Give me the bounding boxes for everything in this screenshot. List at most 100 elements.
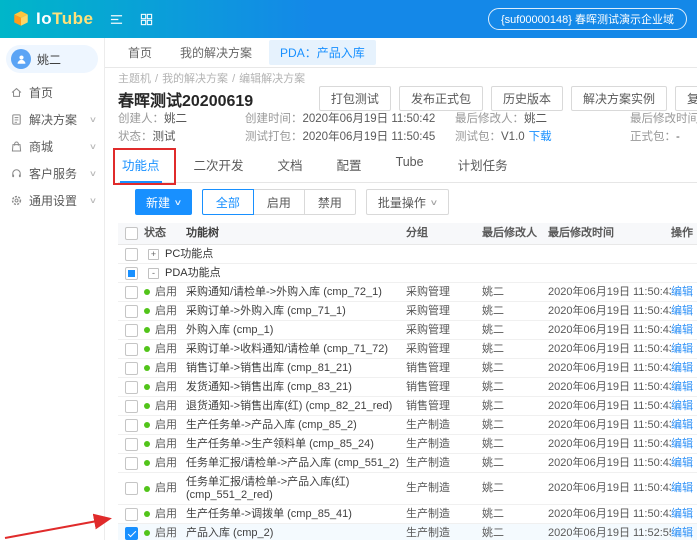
table-row[interactable]: 启用 采购订单->外购入库 (cmp_71_1) 采购管理 姚二 2020年06月19日… (118, 302, 697, 321)
collapse-menu-icon[interactable] (109, 13, 124, 26)
row-checkbox[interactable] (124, 266, 138, 280)
header-action-button[interactable]: 复制 (674, 86, 697, 111)
row-checkbox[interactable] (124, 399, 138, 413)
sidebar-item-mall[interactable]: 商城 ∨ (0, 133, 104, 160)
row-checkbox[interactable] (124, 304, 138, 318)
table-row[interactable]: - PDA功能点 (118, 264, 697, 283)
table-row[interactable]: 启用 发货通知->销售出库 (cmp_83_21) 销售管理 姚二 2020年06月19… (118, 378, 697, 397)
collapse-icon[interactable]: - (148, 267, 159, 279)
sidebar-item-home[interactable]: 首页 (0, 79, 104, 106)
section-tab-0[interactable]: 功能点 (113, 148, 176, 185)
header-action-button[interactable]: 打包测试 (318, 86, 391, 111)
group-cell: 采购管理 (406, 323, 450, 336)
row-checkbox[interactable] (124, 437, 138, 451)
nav-tab-0[interactable]: 首页 (117, 40, 163, 65)
edit-link[interactable]: 编辑 (671, 419, 693, 431)
row-checkbox[interactable] (124, 361, 138, 375)
row-checkbox[interactable] (124, 247, 138, 261)
sidebar-item-customer-service[interactable]: 客户服务 ∨ (0, 160, 104, 187)
edit-link[interactable]: 编辑 (671, 438, 693, 450)
table-row[interactable]: 启用 任务单汇报/请检单->产品入库 (cmp_551_2) 生产制造 姚二 2020年… (118, 454, 697, 473)
user-profile[interactable]: 姚二 (6, 45, 98, 73)
function-tree-cell: 采购订单->外购入库 (cmp_71_1) (186, 304, 346, 317)
group-name: PDA功能点 (165, 266, 221, 279)
table-row[interactable]: 启用 产品入库 (cmp_2) 生产制造 姚二 2020年06月19日 11:52:55… (118, 524, 697, 540)
table-row[interactable]: 启用 外购入库 (cmp_1) 采购管理 姚二 2020年06月19日 11:50:43… (118, 321, 697, 340)
table-row[interactable]: 启用 生产任务单->产品入库 (cmp_85_2) 生产制造 姚二 2020年06月19… (118, 416, 697, 435)
filter-button-2[interactable]: 禁用 (303, 189, 356, 215)
row-checkbox[interactable] (124, 418, 138, 432)
tenant-badge[interactable]: {suf00000148} 春晖测试演示企业域 (487, 8, 687, 30)
app-logo[interactable]: IoTube (12, 9, 93, 29)
avatar (11, 49, 31, 69)
nav-tab-1[interactable]: 我的解决方案 (169, 40, 263, 65)
edit-link[interactable]: 编辑 (671, 482, 693, 494)
status-cell: 启用 (144, 454, 186, 472)
meta-label: 测试打包： (245, 131, 303, 143)
filter-button-1[interactable]: 启用 (252, 189, 305, 215)
section-tab-3[interactable]: 配置 (335, 149, 364, 182)
download-link[interactable]: 下载 (529, 131, 552, 143)
section-tab-2[interactable]: 文档 (276, 149, 305, 182)
header-action-button[interactable]: 历史版本 (490, 86, 563, 111)
table-row[interactable]: 启用 生产任务单->调拨单 (cmp_85_41) 生产制造 姚二 2020年06月19… (118, 505, 697, 524)
sidebar-item-settings[interactable]: 通用设置 ∨ (0, 187, 104, 214)
status-dot-enabled (144, 365, 150, 371)
row-checkbox[interactable] (124, 456, 138, 470)
select-all-checkbox[interactable] (124, 227, 138, 240)
row-checkbox[interactable] (124, 285, 138, 299)
edit-link[interactable]: 编辑 (671, 527, 693, 539)
edit-link[interactable]: 编辑 (671, 324, 693, 336)
status-label: 启用 (155, 285, 177, 298)
actions-cell: 编辑复制 (671, 416, 697, 434)
modified-time-cell: 2020年06月19日 11:50:43 (548, 507, 671, 520)
nav-tab-2[interactable]: PDA：产品入库 (269, 40, 376, 65)
function-name-line: 任务单汇报/请检单->产品入库(红) (186, 475, 350, 488)
apps-grid-icon[interactable] (140, 13, 153, 26)
header-action-button[interactable]: 发布正式包 (398, 86, 483, 111)
table-row[interactable]: 启用 退货通知->销售出库(红) (cmp_82_21_red) 销售管理 姚二 202… (118, 397, 697, 416)
filter-button-0[interactable]: 全部 (201, 189, 254, 215)
row-checkbox[interactable] (124, 507, 138, 521)
section-tab-1[interactable]: 二次开发 (192, 149, 246, 182)
row-checkbox[interactable] (124, 482, 138, 495)
edit-link[interactable]: 编辑 (671, 400, 693, 412)
breadcrumb-item[interactable]: 编辑解决方案 (239, 73, 305, 85)
table-row[interactable]: 启用 任务单汇报/请检单->产品入库(红) (cmp_551_2_red) 生产制造姚… (118, 473, 697, 505)
table-row[interactable]: 启用 采购通知/请检单->外购入库 (cmp_72_1) 采购管理 姚二 2020年06… (118, 283, 697, 302)
row-checkbox[interactable] (124, 323, 138, 337)
function-tree-cell: 产品入库 (cmp_2) (186, 526, 274, 539)
row-checkbox[interactable] (124, 342, 138, 356)
edit-link[interactable]: 编辑 (671, 343, 693, 355)
edit-link[interactable]: 编辑 (671, 362, 693, 374)
expand-icon[interactable]: + (148, 248, 159, 260)
table-row[interactable]: 启用 生产任务单->生产领料单 (cmp_85_24) 生产制造 姚二 2020年06月… (118, 435, 697, 454)
sidebar-item-label: 解决方案 (29, 113, 78, 127)
meta-value: 测试 (152, 131, 176, 143)
table-row[interactable]: 启用 采购订单->收料通知/请检单 (cmp_71_72) 采购管理 姚二 2020年0… (118, 340, 697, 359)
breadcrumb-item[interactable]: 主题机 (118, 73, 151, 85)
section-tab-4[interactable]: Tube (394, 149, 426, 182)
edit-link[interactable]: 编辑 (671, 286, 693, 298)
sidebar-item-solution[interactable]: 解决方案 ∨ (0, 106, 104, 133)
modified-time-cell: 2020年06月19日 11:50:43 (548, 418, 671, 431)
row-checkbox[interactable] (124, 526, 138, 540)
section-tab-5[interactable]: 计划任务 (456, 149, 510, 182)
sidebar-item-label: 首页 (29, 86, 54, 100)
edit-link[interactable]: 编辑 (671, 508, 693, 520)
section-tab-label: Tube (395, 155, 424, 169)
customer-service-icon (10, 167, 23, 180)
group-row-cell: - PDA功能点 (144, 264, 697, 282)
table-row[interactable]: 启用 销售订单->销售出库 (cmp_81_21) 销售管理 姚二 2020年06月19… (118, 359, 697, 378)
edit-link[interactable]: 编辑 (671, 381, 693, 393)
table-row[interactable]: + PC功能点 (118, 245, 697, 264)
breadcrumb-item[interactable]: 我的解决方案 (162, 73, 228, 85)
function-tree-cell: 发货通知->销售出库 (cmp_83_21) (186, 380, 352, 393)
header-action-button[interactable]: 解决方案实例 (570, 86, 667, 111)
batch-operations-button[interactable]: 批量操作 ∨ (365, 189, 449, 215)
new-button[interactable]: 新建 ∨ (135, 189, 192, 215)
edit-link[interactable]: 编辑 (671, 457, 693, 469)
row-checkbox[interactable] (124, 380, 138, 394)
edit-link[interactable]: 编辑 (671, 305, 693, 317)
meta-item: 状态：测试 (118, 130, 245, 145)
